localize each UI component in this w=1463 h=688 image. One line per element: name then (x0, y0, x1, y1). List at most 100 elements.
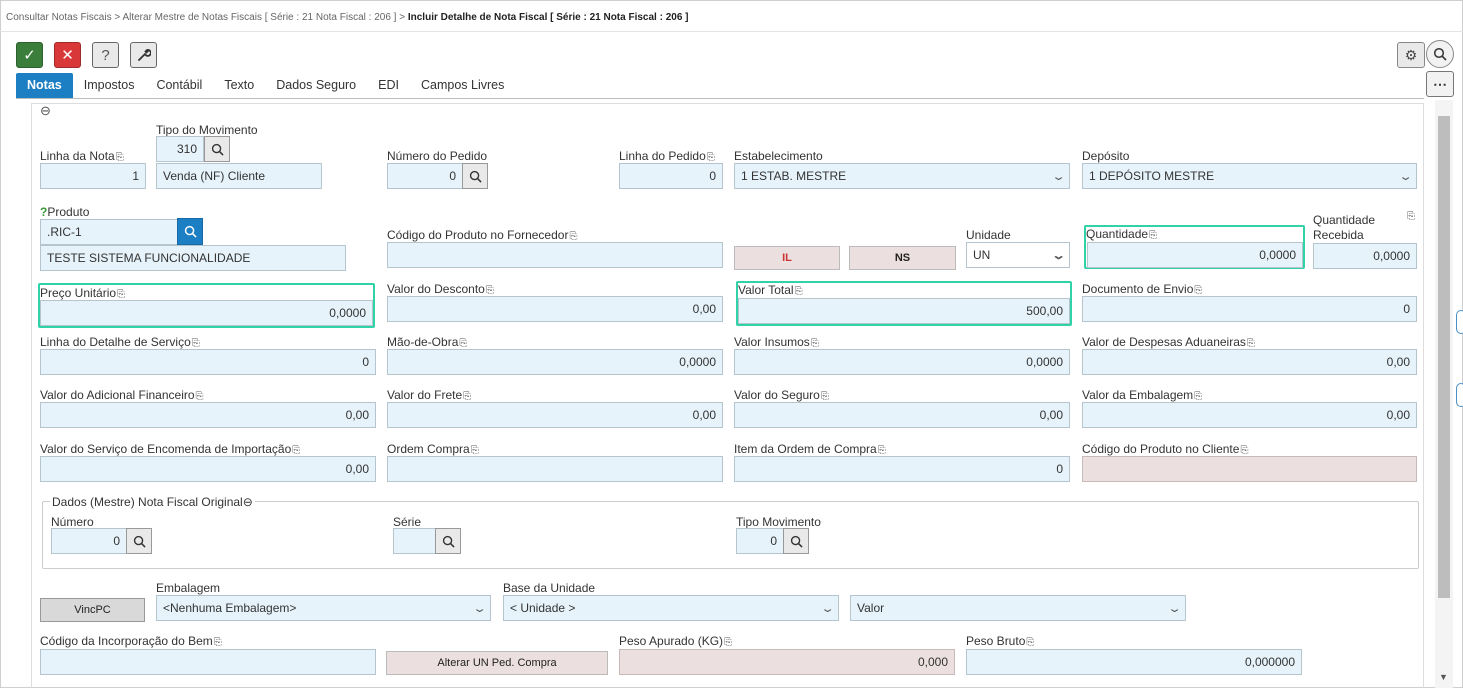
nf-serie-search-button[interactable] (435, 528, 461, 554)
settings-button[interactable]: ⚙ (1397, 42, 1425, 68)
nf-numero-field[interactable]: 0 (51, 528, 127, 554)
valor-embalagem-field[interactable]: 0,00 (1082, 402, 1417, 428)
tab-impostos[interactable]: Impostos (73, 73, 146, 98)
alterar-un-button[interactable]: Alterar UN Ped. Compra (386, 651, 608, 675)
valor-insumos-field[interactable]: 0,0000 (734, 349, 1070, 375)
base-unidade-label: Base da Unidade (503, 581, 596, 595)
codigo-fornecedor-field[interactable] (387, 242, 723, 268)
il-button[interactable]: IL (734, 246, 840, 270)
tab-dados-seguro[interactable]: Dados Seguro (265, 73, 367, 98)
codigo-cliente-label: Código do Produto no Cliente⎘ (1082, 442, 1249, 456)
codigo-fornecedor-label: Código do Produto no Fornecedor⎘ (387, 228, 578, 242)
embalagem-select[interactable]: <Nenhuma Embalagem> ⌄ (156, 595, 491, 621)
search-icon (1433, 47, 1447, 61)
scroll-down-icon[interactable]: ▼ (1439, 672, 1448, 682)
valor-select-value: Valor (857, 601, 885, 615)
copy-icon: ⎘ (1194, 391, 1203, 402)
quantidade-field[interactable]: 0,0000 (1087, 242, 1303, 268)
vertical-scrollbar[interactable]: ▼ (1435, 100, 1453, 688)
base-unidade-select[interactable]: < Unidade > ⌄ (503, 595, 839, 621)
tipo-movimento-code-field[interactable]: 310 (156, 136, 204, 162)
linha-detalhe-servico-field[interactable]: 0 (40, 349, 376, 375)
quantidade-recebida-field[interactable]: 0,0000 (1313, 243, 1417, 269)
ordem-compra-field[interactable] (387, 456, 723, 482)
side-handle[interactable] (1456, 310, 1463, 334)
estabelecimento-select[interactable]: 1 ESTAB. MESTRE ⌄ (734, 163, 1070, 189)
despesas-aduaneiras-field[interactable]: 0,00 (1082, 349, 1417, 375)
copy-icon: ⎘ (1026, 637, 1035, 648)
valor-seguro-field[interactable]: 0,00 (734, 402, 1070, 428)
documento-envio-field[interactable]: 0 (1082, 296, 1417, 322)
preco-unitario-field[interactable]: 0,0000 (40, 300, 373, 326)
produto-desc-field[interactable]: TESTE SISTEMA FUNCIONALIDADE (40, 245, 346, 271)
cancel-button[interactable]: ✕ (54, 42, 81, 68)
copy-icon: ⎘ (1246, 338, 1255, 349)
unidade-select[interactable]: UN ⌄ (966, 242, 1070, 268)
tab-texto[interactable]: Texto (213, 73, 265, 98)
collapse-icon[interactable]: ⊖ (40, 103, 51, 119)
copy-icon: ⎘ (810, 338, 819, 349)
tools-button[interactable] (130, 42, 157, 68)
codigo-incorporacao-field[interactable] (40, 649, 376, 675)
tab-campos-livres[interactable]: Campos Livres (410, 73, 515, 98)
nf-serie-field[interactable] (393, 528, 436, 554)
embalagem-value: <Nenhuma Embalagem> (163, 601, 297, 615)
copy-icon: ⎘ (470, 445, 479, 456)
search-icon (442, 535, 455, 548)
more-options-button[interactable]: ⋯ (1426, 71, 1454, 97)
search-button[interactable] (1426, 40, 1454, 68)
valor-desconto-field[interactable]: 0,00 (387, 296, 723, 322)
peso-bruto-field[interactable]: 0,000000 (966, 649, 1302, 675)
valor-insumos-label: Valor Insumos⎘ (734, 335, 819, 349)
nf-numero-search-button[interactable] (126, 528, 152, 554)
search-icon (133, 535, 146, 548)
ns-button[interactable]: NS (849, 246, 956, 270)
servico-encomenda-field[interactable]: 0,00 (40, 456, 376, 482)
nf-serie-label: Série (393, 515, 422, 529)
vincpc-button[interactable]: VincPC (40, 598, 145, 622)
tipo-movimento-desc-field[interactable]: Venda (NF) Cliente (156, 163, 322, 189)
confirm-button[interactable]: ✓ (16, 42, 43, 68)
unidade-label: Unidade (966, 228, 1011, 242)
valor-desconto-label: Valor do Desconto⎘ (387, 282, 494, 296)
collapse-icon[interactable]: ⊖ (243, 495, 253, 509)
valor-select[interactable]: Valor ⌄ (850, 595, 1186, 621)
tab-edi[interactable]: EDI (367, 73, 410, 98)
deposito-select[interactable]: 1 DEPÓSITO MESTRE ⌄ (1082, 163, 1417, 189)
valor-frete-label: Valor do Frete⎘ (387, 388, 472, 402)
search-icon (469, 170, 482, 183)
tab-notas[interactable]: Notas (16, 73, 73, 98)
chevron-down-icon: ⌄ (1051, 249, 1066, 262)
breadcrumb-item-consultar[interactable]: Consultar Notas Fiscais (6, 12, 112, 23)
produto-search-button[interactable] (177, 218, 203, 245)
numero-pedido-field[interactable]: 0 (387, 163, 463, 189)
linha-nota-field[interactable]: 1 (40, 163, 146, 189)
help-icon: ? (101, 46, 110, 64)
valor-total-label: Valor Total⎘ (738, 283, 803, 297)
linha-pedido-field[interactable]: 0 (619, 163, 723, 189)
copy-icon: ⎘ (724, 637, 733, 648)
wrench-icon (137, 49, 151, 61)
tab-contabil[interactable]: Contábil (145, 73, 213, 98)
scrollbar-thumb[interactable] (1438, 116, 1450, 598)
breadcrumb-separator: > (114, 12, 121, 23)
mao-de-obra-field[interactable]: 0,0000 (387, 349, 723, 375)
peso-apurado-label: Peso Apurado (KG)⎘ (619, 634, 733, 648)
gear-icon: ⚙ (1404, 46, 1418, 63)
copy-icon: ⎘ (115, 152, 124, 163)
tab-bar: Notas Impostos Contábil Texto Dados Segu… (16, 73, 515, 98)
nf-tipo-movimento-search-button[interactable] (783, 528, 809, 554)
nf-tipo-movimento-field[interactable]: 0 (736, 528, 784, 554)
valor-total-field[interactable]: 500,00 (738, 298, 1070, 324)
adicional-financeiro-field[interactable]: 0,00 (40, 402, 376, 428)
side-handle[interactable] (1456, 383, 1463, 407)
produto-code-field[interactable]: .RIC-1 (40, 219, 178, 245)
tipo-movimento-search-button[interactable] (204, 136, 230, 162)
preco-unitario-label: Preço Unitário⎘ (40, 286, 126, 300)
breadcrumb-item-alterar[interactable]: Alterar Mestre de Notas Fiscais [ Série … (122, 12, 396, 23)
help-button[interactable]: ? (92, 42, 119, 68)
item-ordem-compra-field[interactable]: 0 (734, 456, 1070, 482)
copy-icon: ⎘ (292, 445, 301, 456)
numero-pedido-search-button[interactable] (462, 163, 488, 189)
valor-frete-field[interactable]: 0,00 (387, 402, 723, 428)
